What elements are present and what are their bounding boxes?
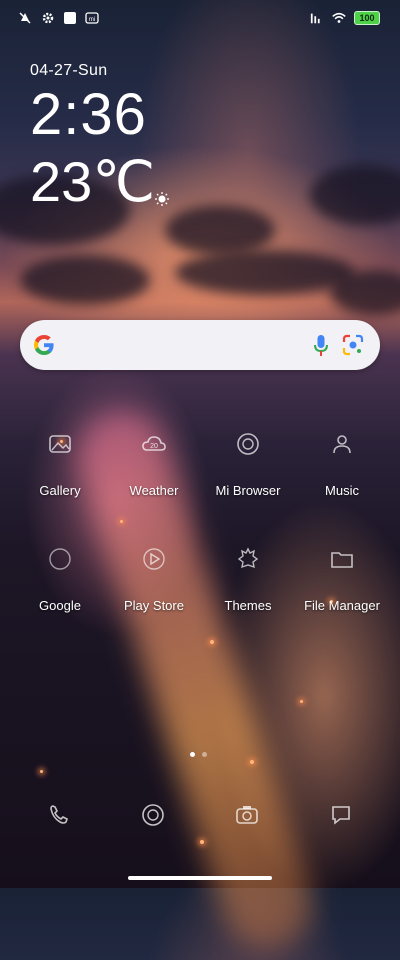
music-icon bbox=[333, 435, 351, 454]
home-gesture-bar[interactable] bbox=[128, 876, 272, 880]
weather-icon: 20 bbox=[142, 436, 166, 451]
folder-icon bbox=[331, 552, 353, 568]
svg-text:mi: mi bbox=[89, 17, 95, 23]
app-label: Themes bbox=[224, 598, 272, 613]
sun-icon bbox=[155, 192, 169, 206]
no-notification-icon bbox=[18, 11, 32, 25]
google-logo-icon bbox=[34, 335, 54, 355]
microphone-icon[interactable] bbox=[312, 334, 330, 358]
app-mi-browser[interactable]: Mi Browser bbox=[198, 430, 298, 498]
app-label: Play Store bbox=[124, 598, 184, 613]
phone-icon[interactable] bbox=[46, 802, 72, 828]
browser-icon[interactable] bbox=[140, 802, 166, 828]
browser-icon bbox=[237, 433, 259, 455]
app-music[interactable]: Music bbox=[292, 430, 392, 498]
camera-icon[interactable] bbox=[234, 802, 260, 828]
svg-text:20: 20 bbox=[150, 443, 158, 450]
page-indicator bbox=[190, 752, 207, 757]
date-label[interactable]: 04-27-Sun bbox=[30, 62, 107, 80]
app-label: File Manager bbox=[304, 598, 380, 613]
signal-icon bbox=[310, 11, 324, 25]
app-label: Google bbox=[39, 598, 81, 613]
clock-time[interactable]: 2:36 bbox=[30, 82, 147, 148]
wifi-icon bbox=[332, 11, 346, 25]
status-bar: mi 100 bbox=[0, 8, 400, 32]
battery-icon: 100 bbox=[354, 11, 380, 25]
google-search-bar[interactable] bbox=[20, 320, 380, 370]
square-icon bbox=[64, 12, 76, 24]
settings-gear-icon bbox=[41, 11, 55, 25]
mi-icon: mi bbox=[85, 11, 99, 25]
app-themes[interactable]: Themes bbox=[198, 545, 298, 613]
app-weather[interactable]: 20 Weather bbox=[104, 430, 204, 498]
app-label: Music bbox=[325, 483, 359, 498]
page-dot bbox=[202, 752, 207, 757]
app-label: Gallery bbox=[39, 483, 81, 498]
google-icon bbox=[49, 548, 71, 570]
weather-temperature[interactable]: 23℃ bbox=[30, 150, 155, 214]
app-label: Mi Browser bbox=[215, 483, 281, 498]
gallery-icon bbox=[49, 435, 71, 453]
app-label: Weather bbox=[129, 483, 179, 498]
app-gallery[interactable]: Gallery bbox=[10, 430, 110, 498]
page-dot-active bbox=[190, 752, 195, 757]
themes-icon bbox=[237, 547, 259, 569]
messages-icon[interactable] bbox=[328, 802, 354, 828]
app-google[interactable]: Google bbox=[10, 545, 110, 613]
app-play-store[interactable]: Play Store bbox=[104, 545, 204, 613]
play-store-icon bbox=[143, 548, 165, 570]
google-lens-icon[interactable] bbox=[342, 334, 364, 356]
app-file-manager[interactable]: File Manager bbox=[292, 545, 392, 613]
